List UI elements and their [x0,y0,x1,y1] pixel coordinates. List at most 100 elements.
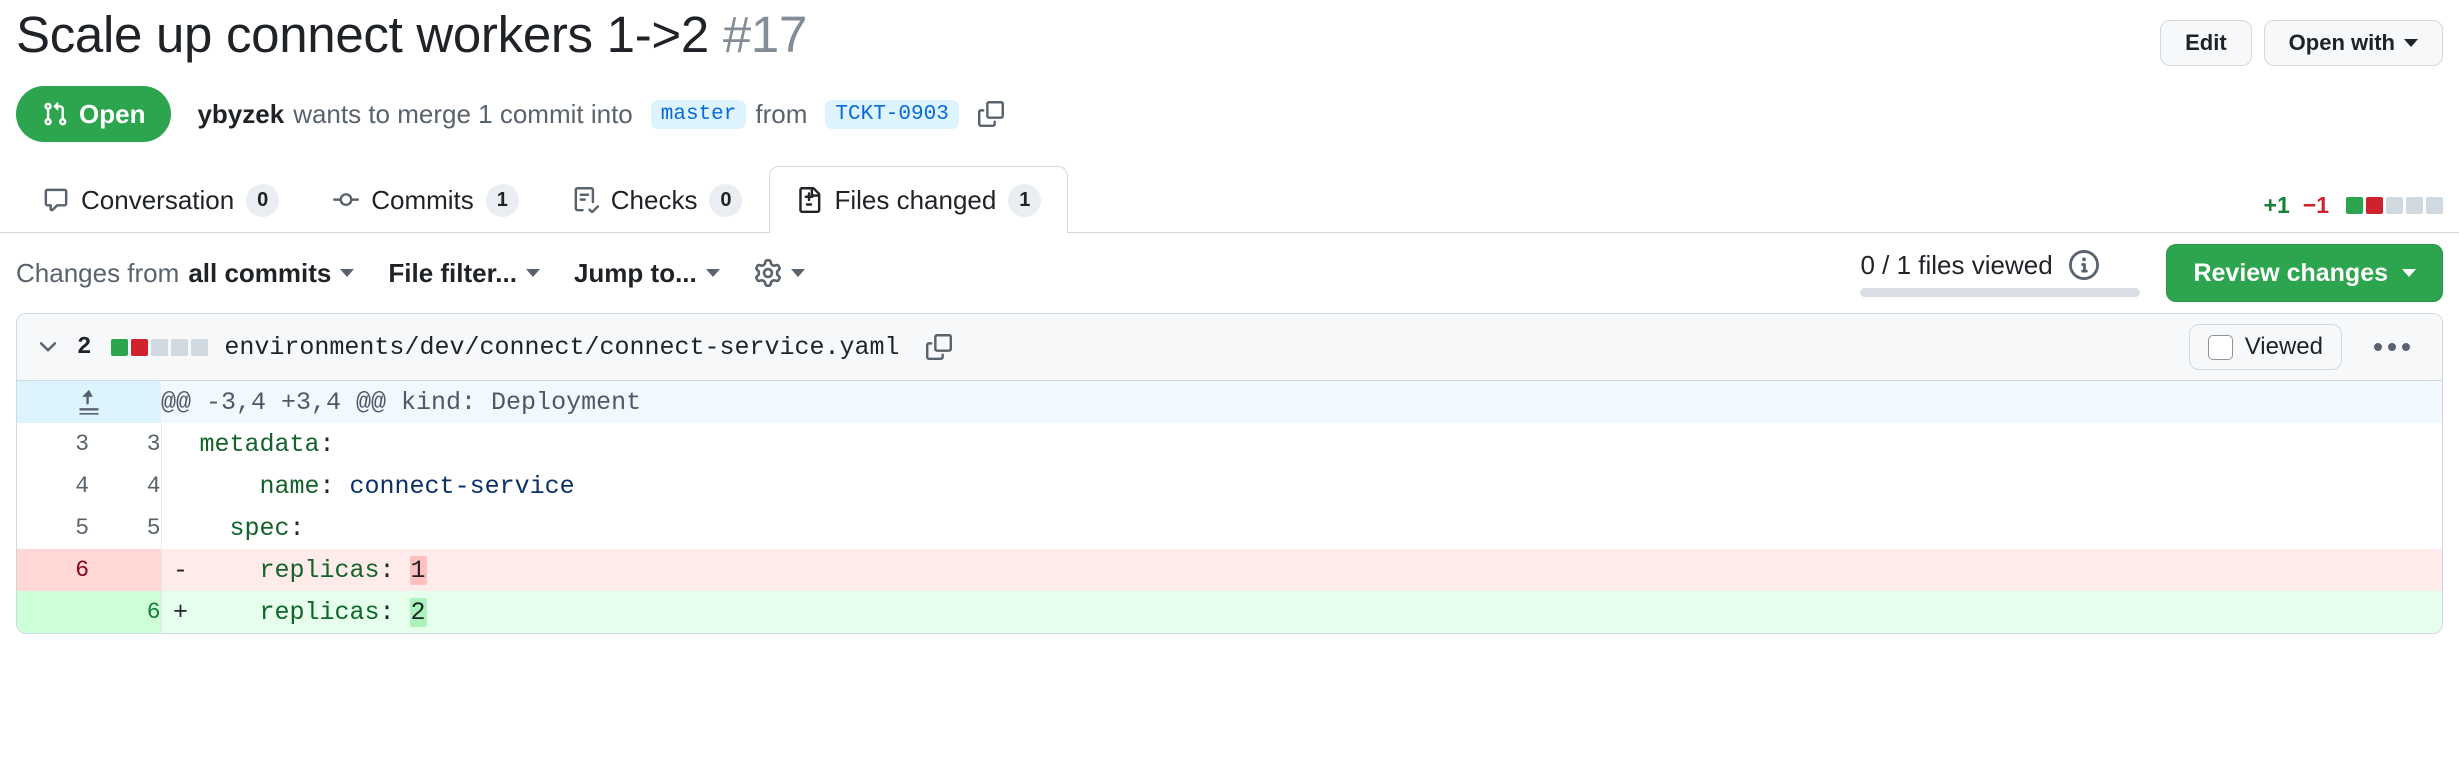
diffstat-block-addition [111,338,129,356]
merge-text-before: wants to merge 1 commit into [293,98,633,129]
yaml-value-removed: 1 [409,555,427,585]
diff-line-context: 3 3 metadata: [17,423,2442,465]
diffstat-block-neutral [2426,197,2443,214]
copy-path-icon[interactable] [925,334,952,360]
page-title: Scale up connect workers 1->2 #17 [16,4,807,66]
file-diffstat-blocks [111,338,209,356]
merge-description: ybyzek wants to merge 1 commit into mast… [197,98,1004,130]
diffstat-block-deletion [2366,197,2383,214]
diff-line-content: spec: [161,507,2442,549]
copy-branch-icon[interactable] [977,101,1004,127]
tab-conversation-count: 0 [246,183,280,217]
tab-files-changed-label: Files changed [834,184,997,215]
status-badge: Open [16,86,172,142]
expand-hunk-button[interactable] [17,381,161,423]
head-branch-chip[interactable]: TCKT-0903 [825,99,959,129]
tab-commits-count: 1 [485,183,519,217]
unfold-icon [17,389,161,415]
tab-conversation-label: Conversation [81,184,235,215]
diffstat-block-neutral [191,338,209,356]
chevron-down-icon [790,269,805,277]
merge-text-middle: from [755,98,808,129]
pr-tabs: Conversation 0 Commits 1 Checks 0 Files … [0,166,2459,233]
diff-hunk-row: @@ -3,4 +3,4 @@ kind: Deployment [17,381,2442,423]
files-viewed-progress: 0 / 1 files viewed [1860,249,2141,297]
open-with-button[interactable]: Open with [2263,20,2443,66]
tab-files-changed[interactable]: Files changed 1 [769,166,1069,233]
collapse-file-chevron-icon[interactable] [35,334,61,360]
edit-button[interactable]: Edit [2160,20,2252,66]
pull-request-files-changed-page: Scale up connect workers 1->2 #17 Edit O… [0,0,2459,761]
files-viewed-progressbar [1860,287,2141,297]
pull-request-icon [44,101,67,126]
checklist-icon [574,187,599,213]
viewed-checkbox-button[interactable]: Viewed [2188,324,2342,370]
file-options-kebab-icon[interactable] [2360,343,2424,351]
tab-files-changed-count: 1 [1008,183,1042,217]
changes-from-dropdown[interactable]: Changes from all commits [16,258,355,289]
pr-number: #17 [722,6,808,63]
tab-checks-count: 0 [709,183,743,217]
line-number-new: 5 [89,507,162,549]
diff-table: @@ -3,4 +3,4 @@ kind: Deployment 3 3 met… [17,381,2442,633]
file-filter-dropdown[interactable]: File filter... [388,258,540,289]
file-change-count: 2 [77,333,92,361]
yaml-key: spec [199,513,290,543]
diff-line-marker: - [172,555,188,585]
diffstat-deletions: −1 [2302,192,2329,218]
yaml-separator: : [319,429,335,459]
chevron-down-icon [525,269,540,277]
diff-line-context: 5 5 spec: [17,507,2442,549]
chevron-down-icon [2404,39,2418,47]
line-number-new: 4 [89,465,162,507]
yaml-key: replicas [199,597,380,627]
pr-header: Scale up connect workers 1->2 #17 Edit O… [16,0,2443,66]
diff-line-content: + replicas: 2 [161,591,2442,633]
yaml-value: connect-service [349,471,575,501]
review-changes-label: Review changes [2193,258,2388,287]
commit-icon [333,193,360,207]
base-branch-chip[interactable]: master [650,99,747,129]
diff-line-addition: 6 + replicas: 2 [17,591,2442,633]
file-header: 2 environments/dev/connect/connect-servi… [17,314,2442,381]
diff-settings-dropdown[interactable] [754,259,805,287]
viewed-checkbox[interactable] [2207,334,2233,360]
tab-checks-label: Checks [610,184,698,215]
status-badge-label: Open [79,98,146,129]
info-icon[interactable] [2068,250,2099,280]
chevron-down-icon [2402,269,2416,277]
file-diff-container: 2 environments/dev/connect/connect-servi… [16,313,2443,634]
jump-to-label: Jump to... [573,257,697,288]
yaml-separator: : [289,513,305,543]
diff-line-content: name: connect-service [161,465,2442,507]
yaml-separator: : [379,597,410,627]
header-actions: Edit Open with [2160,4,2443,66]
tab-commits[interactable]: Commits 1 [306,166,546,233]
diff-line-content: - replicas: 1 [161,549,2442,591]
line-number-old [17,591,89,633]
tab-commits-label: Commits [371,184,474,215]
diffstat-block-neutral [151,338,169,356]
diffstat-block-addition [2346,197,2363,214]
diff-toolbar: Changes from all commits File filter... … [16,233,2443,313]
diffstat-block-neutral [2406,197,2423,214]
yaml-separator: : [379,555,410,585]
files-viewed-label: 0 / 1 files viewed [1860,249,2053,280]
line-number-old: 4 [17,465,89,507]
pr-author[interactable]: ybyzek [197,99,284,130]
tab-checks[interactable]: Checks 0 [546,166,770,233]
line-number-old: 5 [17,507,89,549]
viewed-label: Viewed [2244,333,2323,360]
diffstat-block-neutral [171,338,189,356]
diff-line-context: 4 4 name: connect-service [17,465,2442,507]
tab-conversation[interactable]: Conversation 0 [16,166,306,233]
review-changes-button[interactable]: Review changes [2166,244,2443,302]
file-diff-icon [799,187,821,213]
diff-line-deletion: 6 - replicas: 1 [17,549,2442,591]
file-path[interactable]: environments/dev/connect/connect-service… [224,333,899,362]
line-number-old: 6 [17,549,89,591]
chevron-down-icon [340,269,355,277]
jump-to-dropdown[interactable]: Jump to... [574,258,720,289]
file-filter-label: File filter... [388,257,517,288]
yaml-key: name [199,471,320,501]
